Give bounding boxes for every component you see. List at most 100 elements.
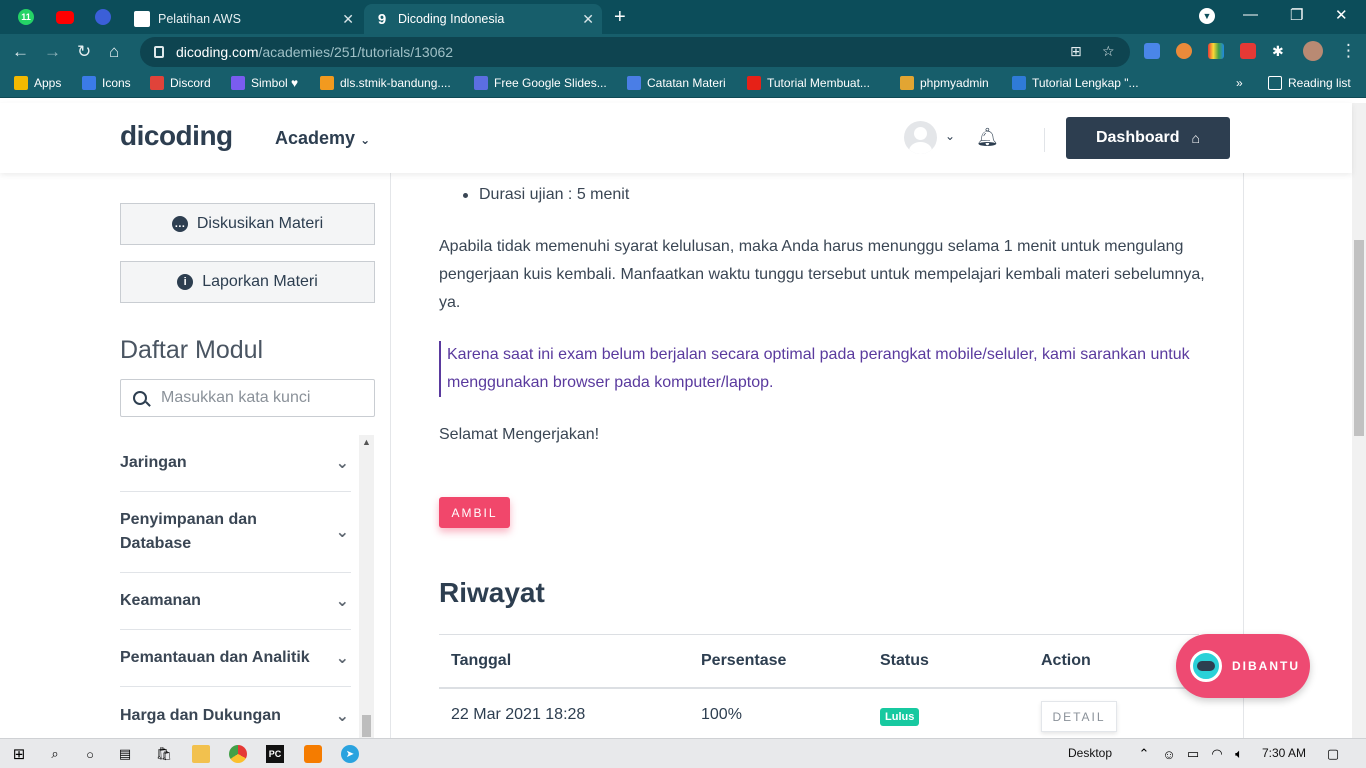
- pycharm-icon[interactable]: PC: [266, 745, 284, 763]
- bookmark-label: Catatan Materi: [647, 76, 726, 90]
- minimize-button[interactable]: —: [1243, 6, 1258, 23]
- search-icon: [133, 391, 147, 405]
- reading-list-button[interactable]: Reading list: [1268, 76, 1351, 90]
- discord-icon: [150, 76, 164, 90]
- translate-extension-icon[interactable]: [1144, 43, 1160, 59]
- module-list-scrollbar[interactable]: ▲: [359, 435, 374, 740]
- task-view-icon[interactable]: ▤: [116, 745, 134, 763]
- browser-toolbar: ← → ↻ ⌂ dicoding.com/academies/251/tutor…: [0, 34, 1366, 70]
- status-badge: Lulus: [880, 708, 920, 726]
- column-header: Tanggal: [451, 652, 512, 669]
- module-label: Penyimpanan dan Database: [120, 511, 257, 552]
- bookmark-icons[interactable]: Icons: [82, 76, 131, 90]
- lock-icon: [154, 46, 164, 58]
- clock-time[interactable]: 7:30 AM: [1262, 746, 1306, 760]
- desktop-toolbar-label[interactable]: Desktop: [1068, 746, 1112, 760]
- browser-tab-strip: 11 Pelatihan AWS ✕ 9 Dicoding Indonesia …: [0, 0, 1366, 34]
- close-window-button[interactable]: ✕: [1335, 6, 1348, 24]
- retry-text: Apabila tidak memenuhi syarat kelulusan,…: [439, 238, 1205, 311]
- apps-grid-icon: [14, 76, 28, 90]
- close-icon[interactable]: ✕: [582, 11, 594, 28]
- cortana-icon[interactable]: ○: [81, 745, 99, 763]
- home-button[interactable]: ⌂: [109, 42, 119, 62]
- xampp-icon[interactable]: [304, 745, 322, 763]
- report-material-button[interactable]: i Laporkan Materi: [120, 261, 375, 303]
- bookmark-apps[interactable]: Apps: [14, 76, 61, 90]
- translate-icon[interactable]: ⊞: [1070, 43, 1082, 60]
- palette-extension-icon[interactable]: [1208, 43, 1224, 59]
- bookmark-simbol[interactable]: Simbol ♥: [231, 76, 298, 90]
- module-item-jaringan[interactable]: Jaringan ⌄: [120, 435, 351, 492]
- more-bookmarks-button[interactable]: »: [1236, 76, 1243, 90]
- browser-menu-icon[interactable]: ⋮: [1340, 41, 1357, 61]
- list-item: [439, 173, 629, 181]
- store-icon[interactable]: 🛍︎: [155, 745, 173, 763]
- notification-icon[interactable]: ▢: [1324, 745, 1342, 763]
- chevron-down-icon[interactable]: ⌄: [945, 129, 955, 143]
- module-item-keamanan[interactable]: Keamanan ⌄: [120, 573, 351, 630]
- back-button[interactable]: ←: [12, 42, 29, 62]
- forward-button[interactable]: →: [44, 42, 61, 62]
- nav-academy[interactable]: Academy ⌄: [275, 128, 370, 149]
- tutorial-content: Durasi ujian : 5 menit Apabila tidak mem…: [391, 173, 1244, 738]
- new-tab-button[interactable]: +: [614, 6, 626, 29]
- discuss-label: Diskusikan Materi: [196, 215, 324, 232]
- dashboard-button[interactable]: Dashboard ⌂: [1066, 117, 1230, 159]
- chrome-icon[interactable]: [229, 745, 247, 763]
- scrollbar-thumb[interactable]: [362, 715, 371, 737]
- battery-icon[interactable]: ▭: [1184, 745, 1202, 763]
- youtube-icon: [56, 10, 74, 24]
- history-table: Tanggal Persentase Status Action 22 Mar …: [439, 634, 1199, 738]
- take-exam-button[interactable]: AMBIL: [439, 497, 510, 528]
- detail-button[interactable]: DETAIL: [1041, 701, 1117, 732]
- chevron-up-icon[interactable]: ⌃: [1135, 745, 1153, 763]
- bookmark-tutorial[interactable]: Tutorial Membuat...: [747, 76, 870, 90]
- bell-icon[interactable]: 🔔︎: [976, 127, 999, 148]
- site-header: dicoding Academy ⌄ ⌄ 🔔︎ Dashboard ⌂: [0, 103, 1352, 173]
- tab-search-icon[interactable]: ▼: [1199, 8, 1215, 24]
- search-icon[interactable]: ⌕: [46, 745, 64, 763]
- pinned-tab-youtube[interactable]: [51, 5, 79, 29]
- user-avatar[interactable]: [904, 121, 937, 154]
- reload-button[interactable]: ↻: [77, 42, 91, 62]
- profile-avatar[interactable]: [1303, 41, 1323, 61]
- stack-extension-icon[interactable]: [1240, 43, 1256, 59]
- close-icon[interactable]: ✕: [342, 11, 354, 28]
- tab-pelatihan-aws[interactable]: Pelatihan AWS ✕: [124, 4, 362, 34]
- address-bar[interactable]: dicoding.com/academies/251/tutorials/130…: [140, 37, 1130, 67]
- dicoding-logo[interactable]: dicoding: [120, 120, 233, 152]
- dibantu-help-widget[interactable]: DIBANTU: [1176, 634, 1310, 698]
- page-scrollbar-thumb[interactable]: [1354, 240, 1364, 436]
- module-item-penyimpanan[interactable]: Penyimpanan dan Database ⌄: [120, 492, 351, 573]
- bookmark-dls[interactable]: dls.stmik-bandung....: [320, 76, 451, 90]
- home-icon: ⌂: [1191, 130, 1201, 146]
- bookmark-tutorial-lengkap[interactable]: Tutorial Lengkap "...: [1012, 76, 1139, 90]
- file-explorer-icon[interactable]: [192, 745, 210, 763]
- volume-icon[interactable]: 🔈︎: [1230, 745, 1248, 763]
- module-item-pemantauan[interactable]: Pemantauan dan Analitik ⌄: [120, 630, 351, 687]
- bookmark-label: Tutorial Lengkap "...: [1032, 76, 1139, 90]
- extensions-puzzle-icon[interactable]: ✱: [1272, 43, 1288, 59]
- color-picker-extension-icon[interactable]: [1176, 43, 1192, 59]
- bookmark-phpmyadmin[interactable]: phpmyadmin: [900, 76, 989, 90]
- bookmark-catatan[interactable]: Catatan Materi: [627, 76, 726, 90]
- bookmark-slides[interactable]: Free Google Slides...: [474, 76, 607, 90]
- people-icon[interactable]: ☺: [1160, 745, 1178, 763]
- discuss-material-button[interactable]: … Diskusikan Materi: [120, 203, 375, 245]
- page-scrollbar[interactable]: [1352, 103, 1366, 738]
- bookmark-discord[interactable]: Discord: [150, 76, 211, 90]
- module-search[interactable]: [120, 379, 375, 417]
- wifi-icon[interactable]: ◠: [1208, 745, 1226, 763]
- module-item-harga[interactable]: Harga dan Dukungan ⌄: [120, 687, 351, 744]
- icons-site-icon: [82, 76, 96, 90]
- search-input[interactable]: [161, 389, 361, 407]
- tab-dicoding[interactable]: 9 Dicoding Indonesia ✕: [364, 4, 602, 34]
- pinned-tab-site[interactable]: [89, 5, 117, 29]
- windows-start-icon[interactable]: ⊞: [10, 745, 28, 763]
- telegram-icon[interactable]: ➤: [341, 745, 359, 763]
- slides-go-icon: [474, 76, 488, 90]
- bookmark-star-icon[interactable]: ☆: [1102, 43, 1115, 60]
- pinned-tab-whatsapp[interactable]: 11: [12, 5, 40, 29]
- restore-button[interactable]: ❐: [1290, 6, 1303, 24]
- scroll-up-icon[interactable]: ▲: [362, 437, 371, 447]
